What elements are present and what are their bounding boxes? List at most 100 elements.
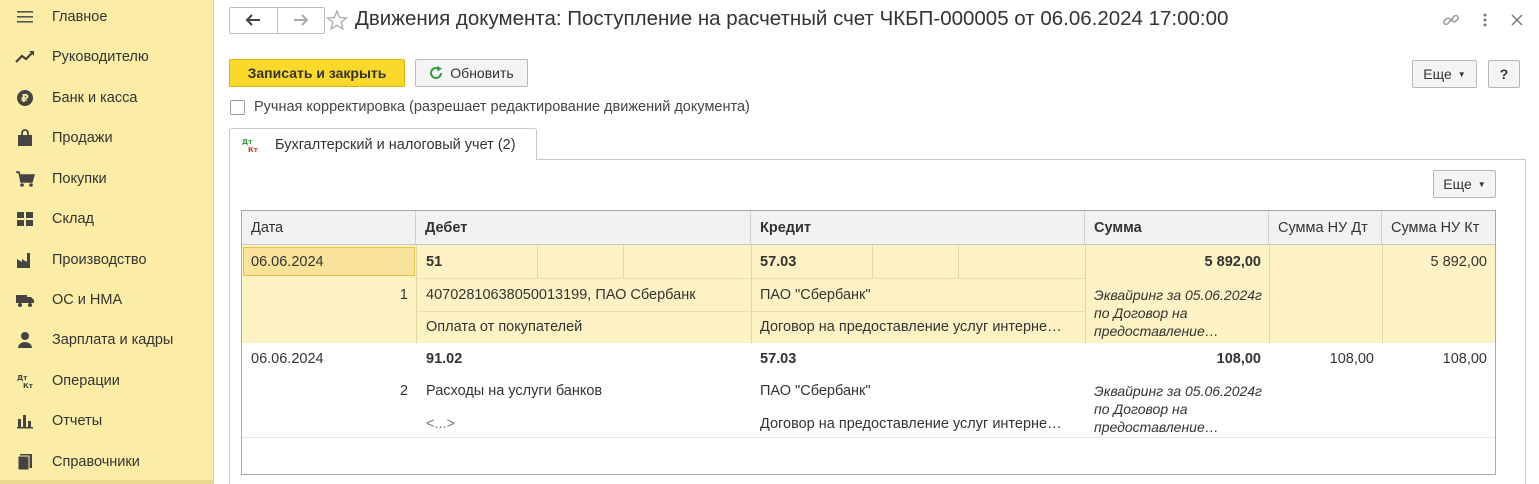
entries-table: Дата Дебет Кредит Сумма Сумма НУ Дт Сумм… <box>241 210 1496 475</box>
shopping-bag-icon <box>15 128 35 148</box>
manual-edit-row: Ручная корректировка (разрешает редактир… <box>230 99 750 115</box>
sidebar-item-production[interactable]: Производство <box>0 240 214 280</box>
credit-account: 57.03 <box>760 351 797 367</box>
document-movements-form: Движения документа: Поступление на расче… <box>215 0 1539 484</box>
close-icon[interactable] <box>1508 11 1526 29</box>
credit-subconto-1: ПАО "Сбербанк" <box>760 287 871 303</box>
forward-arrow-icon <box>293 13 309 29</box>
chevron-down-icon: ▼ <box>1457 69 1466 79</box>
svg-text:₽: ₽ <box>21 92 29 105</box>
sidebar-item-label: Покупки <box>52 171 107 187</box>
ruble-coin-icon: ₽ <box>15 88 35 108</box>
sidebar-item-warehouse[interactable]: Склад <box>0 199 214 239</box>
sidebar-item-label: Продажи <box>52 130 113 146</box>
cart-icon <box>15 169 35 189</box>
column-header-nu-kt[interactable]: Сумма НУ Кт <box>1382 211 1495 245</box>
sidebar-item-label: Руководителю <box>52 49 149 65</box>
entry-date: 06.06.2024 <box>251 351 324 367</box>
sidebar-item-label: Зарплата и кадры <box>52 332 174 348</box>
warehouse-icon <box>15 209 35 229</box>
sidebar-item-label: Склад <box>52 211 94 227</box>
svg-text:Кт: Кт <box>23 382 34 390</box>
column-header-debit[interactable]: Дебет <box>416 211 751 245</box>
entry-date: 06.06.2024 <box>251 254 324 270</box>
link-icon[interactable] <box>1442 11 1460 29</box>
more-vertical-icon[interactable] <box>1476 11 1494 29</box>
back-arrow-icon <box>245 13 261 29</box>
dt-kt-icon: Дт Кт <box>242 136 260 154</box>
sidebar-item-label: Справочники <box>52 454 140 470</box>
more-button[interactable]: Еще ▼ <box>1412 60 1477 88</box>
credit-subconto-2: Договор на предоставление услуг интерне… <box>760 319 1062 335</box>
sidebar-item-manager[interactable]: Руководителю <box>0 37 214 77</box>
sidebar-item-salary[interactable]: Зарплата и кадры <box>0 320 214 360</box>
refresh-label: Обновить <box>450 65 514 81</box>
panel-more-button[interactable]: Еще ▼ <box>1433 170 1496 198</box>
debit-account: 91.02 <box>426 351 463 367</box>
tab-accounting[interactable]: Дт Кт Бухгалтерский и налоговый учет (2) <box>229 128 537 160</box>
column-header-date[interactable]: Дата <box>242 211 416 245</box>
sidebar-item-sales[interactable]: Продажи <box>0 118 214 158</box>
refresh-button[interactable]: Обновить <box>415 59 528 87</box>
back-button[interactable] <box>230 8 277 33</box>
debit-subconto-1: Расходы на услуги банков <box>426 383 603 399</box>
sidebar-item-label: Отчеты <box>52 413 103 429</box>
sidebar-item-reports[interactable]: Отчеты <box>0 401 214 441</box>
page-title: Движения документа: Поступление на расче… <box>355 7 1229 30</box>
book-icon <box>15 452 35 472</box>
sidebar: Главное Руководителю ₽ Банк и касса Прод… <box>0 0 214 484</box>
credit-subconto-1: ПАО "Сбербанк" <box>760 383 871 399</box>
bar-chart-icon <box>15 411 35 431</box>
table-header: Дата Дебет Кредит Сумма Сумма НУ Дт Сумм… <box>242 211 1495 245</box>
manual-edit-checkbox[interactable] <box>230 99 245 115</box>
sidebar-item-purchases[interactable]: Покупки <box>0 159 214 199</box>
menu-icon <box>15 7 35 27</box>
entry-nu-dt: 108,00 <box>1329 351 1374 367</box>
sidebar-item-main[interactable]: Главное <box>0 0 214 37</box>
column-header-credit[interactable]: Кредит <box>751 211 1085 245</box>
entry-amount: 108,00 <box>1216 351 1261 367</box>
sidebar-item-catalogs[interactable]: Справочники <box>0 442 214 482</box>
dt-kt-icon: Дт Кт <box>15 371 35 391</box>
column-header-nu-dt[interactable]: Сумма НУ Дт <box>1269 211 1382 245</box>
sidebar-item-bank[interactable]: ₽ Банк и касса <box>0 78 214 118</box>
table-row[interactable]: 06.06.2024 2 91.02 Расходы на услуги бан… <box>242 343 1495 438</box>
save-and-close-button[interactable]: Записать и закрыть <box>229 59 405 87</box>
truck-icon <box>15 290 35 310</box>
sidebar-item-label: Банк и касса <box>52 90 138 106</box>
entry-nu-kt: 5 892,00 <box>1430 254 1487 270</box>
entry-content: Эквайринг за 05.06.2024г по Договор на п… <box>1094 287 1262 339</box>
entry-number: 1 <box>399 287 408 303</box>
credit-subconto-2: Договор на предоставление услуг интерне… <box>760 416 1062 432</box>
star-icon[interactable] <box>325 9 349 31</box>
more-label: Еще <box>1423 66 1452 82</box>
refresh-icon <box>429 66 443 80</box>
more-label: Еще <box>1443 176 1472 192</box>
entry-number: 2 <box>399 383 408 399</box>
entry-content: Эквайринг за 05.06.2024г по Договор на п… <box>1094 383 1262 435</box>
column-header-amount[interactable]: Сумма <box>1085 211 1269 245</box>
history-navigation <box>229 7 325 34</box>
factory-icon <box>15 250 35 270</box>
svg-text:Дт: Дт <box>242 138 253 146</box>
sidebar-item-label: ОС и НМА <box>52 292 123 308</box>
debit-subconto-1: 40702810638050013199, ПАО Сбербанк <box>426 287 696 303</box>
table-row[interactable]: 06.06.2024 1 51 40702810638050013199, ПА… <box>242 245 1495 343</box>
entry-amount: 5 892,00 <box>1204 254 1261 270</box>
person-icon <box>15 330 35 350</box>
svg-text:Кт: Кт <box>248 146 259 154</box>
sidebar-item-label: Производство <box>52 252 147 268</box>
chevron-down-icon: ▼ <box>1477 179 1486 189</box>
svg-text:Дт: Дт <box>17 374 28 382</box>
sidebar-item-operations[interactable]: Дт Кт Операции <box>0 361 214 401</box>
entry-nu-kt: 108,00 <box>1442 351 1487 367</box>
tab-label: Бухгалтерский и налоговый учет (2) <box>275 136 516 153</box>
forward-button[interactable] <box>276 8 325 33</box>
help-button[interactable]: ? <box>1488 60 1520 88</box>
debit-subconto-2: Оплата от покупателей <box>426 319 583 335</box>
sidebar-bottom-bar <box>0 480 214 484</box>
sidebar-item-label: Операции <box>52 373 120 389</box>
debit-subconto-2: <...> <box>426 416 456 432</box>
sidebar-item-label: Главное <box>52 9 108 25</box>
sidebar-item-fixed-assets[interactable]: ОС и НМА <box>0 280 214 320</box>
